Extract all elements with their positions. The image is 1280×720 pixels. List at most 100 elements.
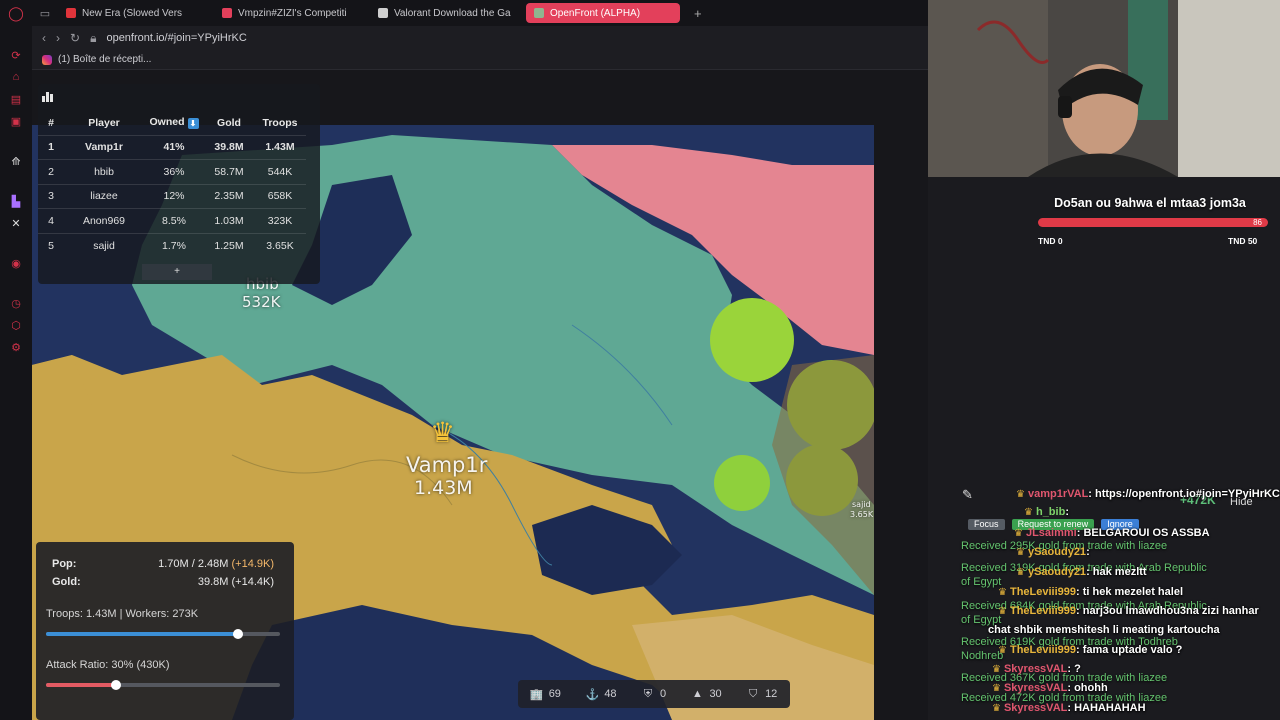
chat-message-text: : ohohh: [1067, 682, 1108, 694]
build-count-value: 48: [604, 688, 617, 700]
leaderboard-panel: # Player Owned ⬇ Gold Troops 1 Vamp1r 41% 39…: [38, 84, 320, 284]
address-bar: ‹ › ↻ 🔒︎ openfront.io/#join=YPyiHrKC: [32, 26, 928, 50]
browser-tab-strip: ◯ ▭ New Era (Slowed Vers Vmpzin#ZIZI's Co…: [0, 0, 928, 26]
cell-gold: 58.7M: [204, 159, 254, 185]
port-icon: ⚓: [585, 688, 600, 701]
leaderboard-table: # Player Owned ⬇ Gold Troops 1 Vamp1r 41% 39…: [38, 111, 306, 258]
settings-icon[interactable]: ⚙: [0, 336, 32, 358]
chat-username[interactable]: TheLeviii999: [1010, 605, 1076, 617]
col-owned[interactable]: Owned ⬇: [144, 111, 204, 135]
chat-message-text: :: [1065, 506, 1069, 518]
vamp-troops-label: 1.43M: [414, 477, 473, 499]
pencil-icon[interactable]: ✎: [962, 487, 973, 502]
chat-username[interactable]: vamp1rVAL: [1028, 488, 1088, 500]
leaderboard-row[interactable]: 1 Vamp1r 41% 39.8M 1.43M: [38, 134, 306, 160]
leaderboard-row[interactable]: 3 liazee 12% 2.35M 658K: [38, 183, 306, 209]
cell-player: sajid: [64, 232, 144, 258]
col-troops[interactable]: Troops: [254, 111, 306, 135]
cell-owned: 1.7%: [144, 232, 204, 258]
game-viewport[interactable]: ♛ Vamp1r 1.43M hbib 532K sajid 3.65K # P…: [32, 70, 928, 720]
browser-tab-1[interactable]: New Era (Slowed Vers: [58, 3, 206, 23]
cell-rank: 5: [38, 232, 64, 258]
video-icon[interactable]: ▣: [0, 110, 32, 132]
missile-silo-icon: ▲: [691, 688, 703, 700]
chat-username[interactable]: SkyressVAL: [1004, 702, 1067, 714]
player-icon[interactable]: ◉: [0, 252, 32, 274]
tab-manager-icon[interactable]: ▭: [32, 0, 58, 26]
attack-ratio-slider[interactable]: [46, 680, 280, 690]
focus-button[interactable]: Focus: [968, 519, 1005, 530]
chat-message-text: : ?: [1067, 663, 1081, 675]
chat-username[interactable]: TheLeviii999: [1010, 644, 1076, 656]
reload-icon[interactable]: ↻: [70, 31, 80, 45]
chat-message-text: : hak mezltt: [1086, 566, 1147, 578]
news-icon[interactable]: ▤: [0, 88, 32, 110]
browser-tab-2[interactable]: Vmpzin#ZIZI's Competiti: [214, 3, 362, 23]
build-count-value: 12: [765, 688, 778, 700]
poll-progress-bar: 86: [1038, 218, 1268, 227]
back-arrow-icon[interactable]: ‹: [42, 31, 46, 45]
gamepad-icon[interactable]: ⌂: [0, 66, 32, 88]
badge-crown-icon: ♛: [1024, 507, 1033, 518]
bookmark-instagram[interactable]: (1) Boîte de récepti...: [58, 54, 151, 65]
hbib-troops-label: 532K: [242, 293, 281, 311]
chat-message: ♛ vamp1rVAL: https://openfront.io#join=YP…: [1016, 488, 1280, 500]
sort-down-icon[interactable]: ⬇: [187, 118, 199, 130]
badge-crown-icon: ♛: [992, 683, 1001, 694]
leaderboard-row[interactable]: 2 hbib 36% 58.7M 544K: [38, 159, 306, 185]
history-icon[interactable]: ◷: [0, 292, 32, 314]
chat-message: ♛ TheLeviii999: ti hek mezelet halel: [998, 586, 1183, 598]
cell-troops: 3.65K: [254, 232, 306, 258]
attack-slider-fill: [46, 683, 117, 687]
build-count-defense-post: ⛨ 0: [642, 688, 666, 701]
poll-right-label: TND 50: [1228, 236, 1258, 246]
chat-username[interactable]: h_bib: [1036, 506, 1065, 518]
player-stats-panel: Pop: 1.70M / 2.48M (+14.9K) Gold: 39.8M …: [36, 542, 294, 720]
url-field[interactable]: openfront.io/#join=YPyiHrKC: [106, 32, 246, 44]
stream-poll: Do5an ou 9ahwa el mtaa3 jom3a 86 TND 0 T…: [1030, 196, 1280, 250]
cell-player: Anon969: [64, 208, 144, 234]
badge-crown-icon: ♛: [1014, 528, 1023, 539]
cell-rank: 1: [38, 134, 64, 160]
pin-icon[interactable]: ⟰: [0, 150, 32, 172]
leaderboard-row[interactable]: 4 Anon969 8.5% 1.03M 323K: [38, 208, 306, 234]
troops-ratio-slider[interactable]: [46, 629, 280, 639]
attack-ratio-text: Attack Ratio: 30% (430K): [46, 659, 170, 671]
new-tab-button[interactable]: +: [688, 6, 708, 21]
cube-icon[interactable]: ⬡: [0, 314, 32, 336]
chat-overlay: Received 472K gold from trade with liaze…: [958, 484, 1280, 720]
chat-username[interactable]: SkyressVAL: [1004, 682, 1067, 694]
cell-rank: 3: [38, 183, 64, 209]
browser-tab-3[interactable]: Valorant Download the Ga: [370, 3, 518, 23]
chat-username[interactable]: ySaoudy21: [1028, 546, 1086, 558]
twitch-icon[interactable]: ▙: [0, 190, 32, 212]
badge-crown-icon: ♛: [998, 606, 1007, 617]
x-icon[interactable]: ✕: [0, 212, 32, 234]
troops-slider-handle[interactable]: [232, 629, 243, 639]
browser-tab-4[interactable]: OpenFront (ALPHA): [526, 3, 680, 23]
leaderboard-expand-button[interactable]: +: [142, 264, 212, 280]
chat-username[interactable]: SkyressVAL: [1004, 663, 1067, 675]
city-icon: 🏢: [529, 688, 544, 701]
opera-logo-icon[interactable]: ◯: [0, 0, 32, 26]
col-gold[interactable]: Gold: [204, 111, 254, 135]
chat-message-text: : BELGAROUI OS ASSBA: [1076, 527, 1210, 539]
chat-username[interactable]: JLsaimmi: [1026, 527, 1077, 539]
cell-troops: 544K: [254, 159, 306, 185]
col-player[interactable]: Player: [64, 111, 144, 135]
screen: ◯ ▭ New Era (Slowed Vers Vmpzin#ZIZI's Co…: [0, 0, 1280, 720]
attack-slider-handle[interactable]: [111, 680, 122, 690]
bar-chart-icon[interactable]: [42, 90, 56, 102]
cell-player: hbib: [64, 159, 144, 185]
chat-message: ♛ SkyressVAL: ohohh: [992, 682, 1108, 694]
build-count-value: 69: [548, 688, 561, 700]
chat-username[interactable]: ySaoudy21: [1028, 566, 1086, 578]
vamp-name-label: Vamp1r: [406, 453, 488, 477]
forward-arrow-icon[interactable]: ›: [56, 31, 60, 45]
col-owned-label: Owned: [149, 116, 185, 129]
build-count-missile-silo: ▲ 30: [691, 688, 722, 700]
leaderboard-row[interactable]: 5 sajid 1.7% 1.25M 3.65K: [38, 232, 306, 258]
refresh-sidebar-icon[interactable]: ⟳: [0, 44, 32, 66]
pop-label: Pop:: [52, 558, 77, 570]
chat-username[interactable]: TheLeviii999: [1010, 586, 1076, 598]
